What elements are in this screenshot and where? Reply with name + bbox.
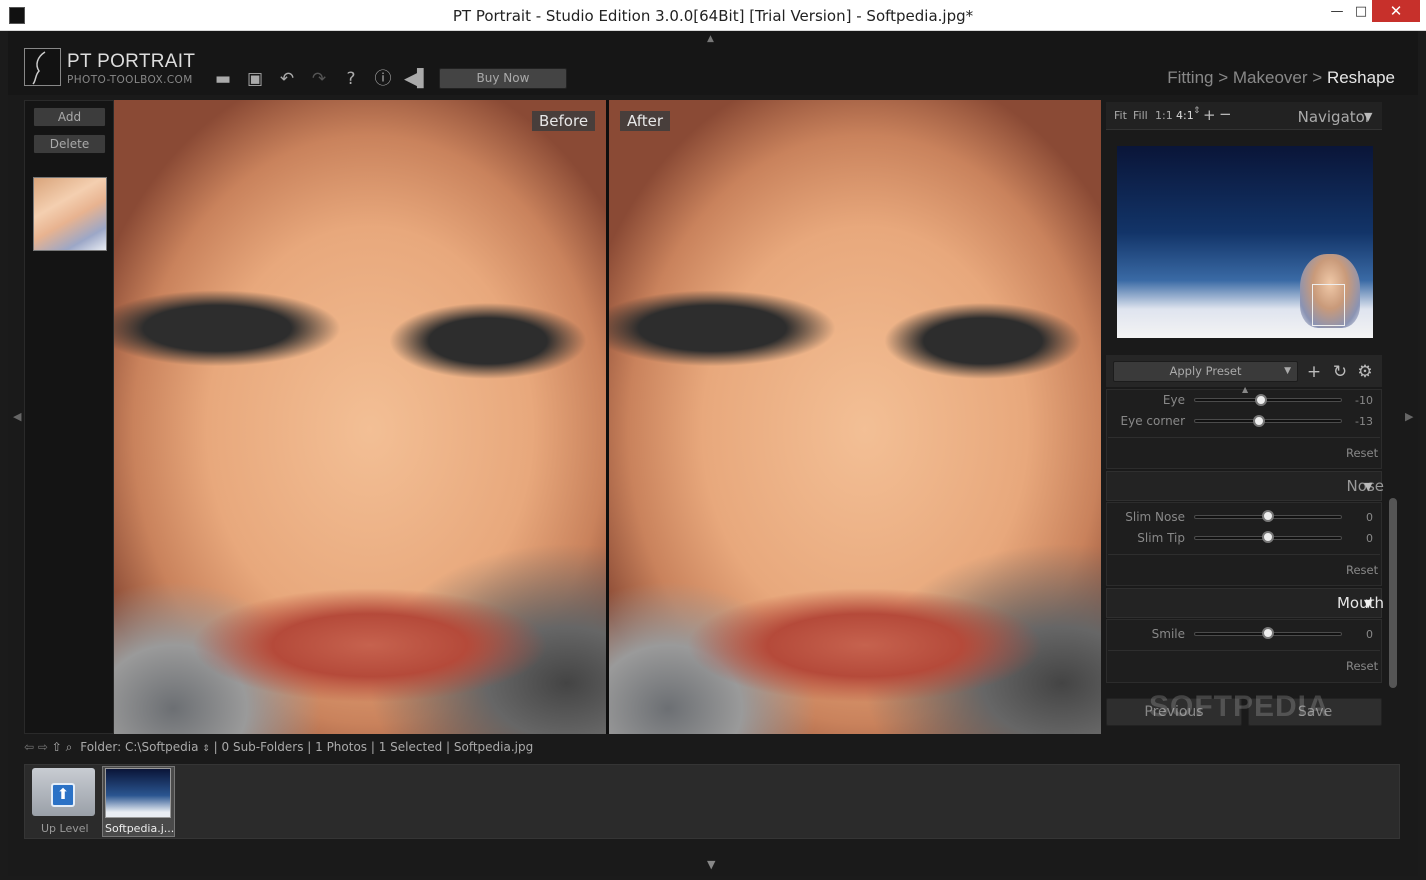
zoom-out-icon[interactable]: − <box>1219 105 1232 123</box>
photo-thumbnail[interactable] <box>33 177 107 251</box>
eye-slider-knob[interactable] <box>1255 394 1267 406</box>
up-arrow-icon[interactable]: ⇧ <box>52 740 62 754</box>
collapse-left-arrow[interactable]: ◀ <box>13 410 21 423</box>
before-label: Before <box>532 111 596 131</box>
zoom-1to1[interactable]: 1:1 <box>1155 109 1173 122</box>
logo-title: PT PORTRAIT <box>67 51 196 72</box>
logo-icon <box>24 48 61 86</box>
slim-tip-label: Slim Tip <box>1137 531 1185 545</box>
undo-icon[interactable]: ↶ <box>276 68 298 90</box>
eye-label: Eye <box>1162 393 1185 407</box>
nose-reset-button[interactable]: Reset <box>1346 563 1378 577</box>
nose-header[interactable] <box>1106 471 1382 501</box>
navigator-title: Navigator <box>1297 108 1371 126</box>
search-icon[interactable]: ⌕ <box>66 740 73 754</box>
zoom-in-icon[interactable]: + <box>1203 106 1216 124</box>
after-label: After <box>620 111 671 131</box>
divider <box>1108 554 1380 555</box>
crumb-reshape[interactable]: Reshape <box>1327 68 1395 87</box>
panel-scrollbar[interactable] <box>1389 498 1397 688</box>
zoom-level[interactable]: 4:1 <box>1176 109 1194 122</box>
window-title: PT Portrait - Studio Edition 3.0.0[64Bit… <box>452 7 974 25</box>
divider <box>1108 437 1380 438</box>
slim-nose-value: 0 <box>1366 511 1373 524</box>
smile-value: 0 <box>1366 628 1373 641</box>
slim-tip-value: 0 <box>1366 532 1373 545</box>
eye-reset-button[interactable]: Reset <box>1346 446 1378 460</box>
folder-path[interactable]: C:\Softpedia <box>125 740 198 754</box>
collapse-right-arrow[interactable]: ▶ <box>1405 410 1413 423</box>
navigator-collapse-icon[interactable]: ▼ <box>1364 110 1372 123</box>
help-icon[interactable]: ? <box>340 68 362 90</box>
film-file-label: Softpedia.j... <box>105 822 175 835</box>
gear-icon[interactable]: ⚙ <box>1355 362 1375 382</box>
apply-preset-dropdown[interactable]: Apply Preset ▼ <box>1113 361 1298 382</box>
mouth-reset-button[interactable]: Reset <box>1346 659 1378 673</box>
eye-slider-track[interactable] <box>1194 398 1342 402</box>
eye-corner-value: -13 <box>1355 415 1373 428</box>
slim-tip-slider-knob[interactable] <box>1262 531 1274 543</box>
eye-corner-slider-track[interactable] <box>1194 419 1342 423</box>
eye-value: -10 <box>1355 394 1373 407</box>
buy-now-button[interactable]: Buy Now <box>439 68 567 89</box>
folder-info: | 0 Sub-Folders | 1 Photos | 1 Selected … <box>213 740 534 754</box>
collapse-bottom-arrow[interactable]: ▼ <box>707 858 715 871</box>
eye-corner-slider-knob[interactable] <box>1253 415 1265 427</box>
before-photo[interactable] <box>114 100 606 734</box>
eye-corner-label: Eye corner <box>1120 414 1185 428</box>
watermark: SOFTPEDIA <box>1149 690 1330 723</box>
zoom-fill[interactable]: Fill <box>1133 109 1148 122</box>
up-level-label: Up Level <box>41 822 89 835</box>
filmstrip <box>24 764 1400 839</box>
delete-button[interactable]: Delete <box>33 134 106 154</box>
add-button[interactable]: Add <box>33 107 106 127</box>
nose-collapse-icon[interactable]: ▼ <box>1364 480 1372 493</box>
collapse-top-arrow[interactable]: ▲ <box>707 34 714 44</box>
smile-label: Smile <box>1151 627 1185 641</box>
back-arrow-icon[interactable]: ⇦ <box>24 740 34 754</box>
scroll-up-caret[interactable]: ▲ <box>1242 385 1248 394</box>
mouth-collapse-icon[interactable]: ▼ <box>1364 597 1372 610</box>
crumb-fitting[interactable]: Fitting <box>1167 68 1213 87</box>
after-photo[interactable] <box>609 100 1101 734</box>
forward-arrow-icon[interactable]: ⇨ <box>38 740 48 754</box>
folder-open-icon[interactable]: ▬ <box>212 68 234 90</box>
zoom-stepper-icon[interactable]: ⇕ <box>1193 106 1201 116</box>
slim-nose-slider-knob[interactable] <box>1262 510 1274 522</box>
zoom-fit[interactable]: Fit <box>1114 109 1127 122</box>
workflow-breadcrumb: Fitting > Makeover > Reshape <box>1167 68 1395 87</box>
folder-label: Folder: <box>80 740 122 754</box>
up-arrow-icon: ⬆ <box>51 783 75 807</box>
smile-slider-knob[interactable] <box>1262 627 1274 639</box>
mouth-title: Mouth <box>1336 594 1384 612</box>
redo-icon[interactable]: ↷ <box>308 68 330 90</box>
info-icon[interactable]: ⓘ <box>372 68 394 90</box>
refresh-icon[interactable]: ↻ <box>1330 362 1350 382</box>
slim-nose-label: Slim Nose <box>1125 510 1185 524</box>
navigator-viewport-box[interactable] <box>1312 284 1345 326</box>
save-icon[interactable]: ▣ <box>244 68 266 90</box>
folder-stepper-icon[interactable]: ⇕ <box>202 744 210 754</box>
close-button[interactable]: ✕ <box>1372 0 1420 22</box>
logo-subtitle: PHOTO-TOOLBOX.COM <box>67 74 193 86</box>
path-bar: ⇦ ⇨ ⇧ ⌕ Folder: C:\Softpedia ⇕ | 0 Sub-F… <box>24 740 1404 760</box>
add-preset-icon[interactable]: + <box>1304 362 1324 382</box>
divider <box>1108 650 1380 651</box>
compare-icon[interactable]: ◀▌ <box>404 68 430 90</box>
film-thumbnail[interactable] <box>105 768 171 818</box>
chevron-down-icon: ▼ <box>1284 366 1291 376</box>
crumb-makeover[interactable]: Makeover <box>1233 68 1308 87</box>
